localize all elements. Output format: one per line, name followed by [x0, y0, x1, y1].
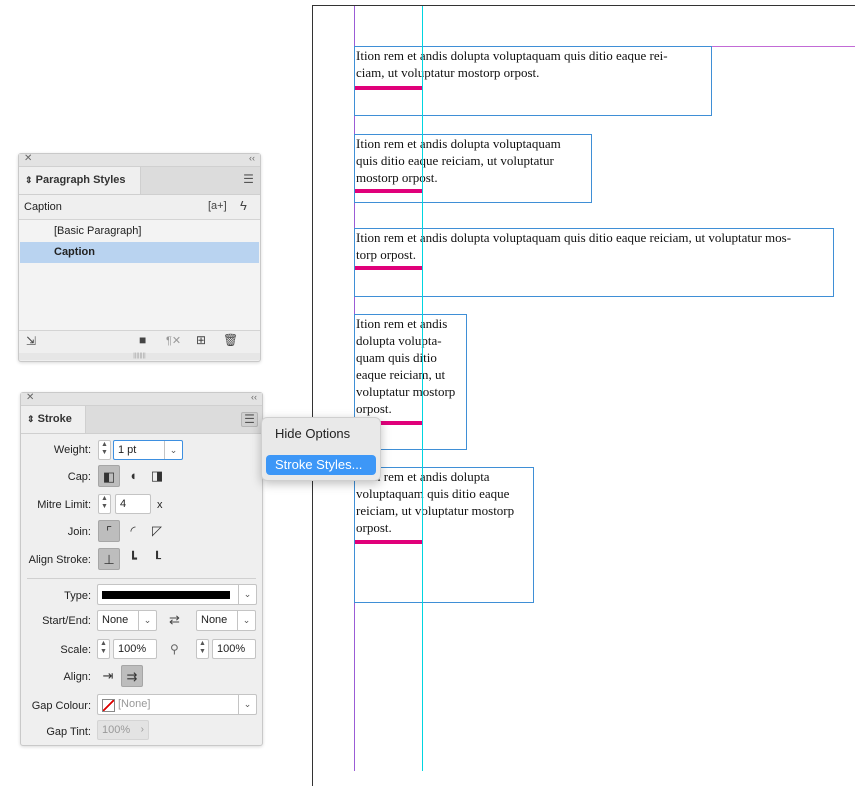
tab-paragraph-styles[interactable]: ⇕ Paragraph Styles	[19, 167, 141, 194]
new-group-icon[interactable]: ■	[139, 333, 146, 347]
chevron-down-icon[interactable]: ⌄	[164, 441, 182, 459]
frame-text: Ition rem et andis dolupta voluptaquam q…	[356, 136, 561, 185]
cap-label: Cap:	[67, 471, 91, 483]
align-outside-icon[interactable]: ┖	[146, 548, 168, 570]
stroke-flyout-menu: Hide Options Stroke Styles...	[261, 417, 381, 481]
divider	[27, 578, 256, 579]
mitre-stepper[interactable]: ▲ ▼	[98, 494, 111, 514]
weight-stepper[interactable]: ▲ ▼	[98, 440, 111, 460]
round-join-icon[interactable]: ◜	[122, 520, 144, 542]
text-frame-5[interactable]: Ition rem et andis dolupta voluptaquam q…	[354, 467, 534, 603]
panel-footer: ⇲ ■ ¶✕ ⊞ 🗑	[19, 330, 260, 353]
none-swatch-icon	[102, 699, 115, 712]
scale-start-field[interactable]: 100%	[113, 639, 157, 659]
mitre-limit-field[interactable]: 4	[115, 494, 151, 514]
align-arrow-outside-icon[interactable]: ⇉	[121, 665, 143, 687]
mitre-unit: x	[157, 499, 163, 511]
scale-start-stepper[interactable]: ▲ ▼	[97, 639, 110, 659]
paragraph-rule	[355, 266, 423, 270]
new-style-from-selection-button[interactable]: [a+]	[208, 200, 227, 212]
lightning-icon[interactable]: ϟ	[240, 198, 247, 213]
panel-header[interactable]: ✕ ‹‹	[19, 153, 260, 167]
gap-colour-select[interactable]: [None] ⌄	[97, 694, 257, 715]
paragraph-rule	[355, 86, 423, 90]
frame-text: Ition rem et andis dolupta volupta- quam…	[356, 316, 456, 416]
panel-menu-icon[interactable]: ☰	[241, 173, 256, 186]
scale-end-field[interactable]: 100%	[212, 639, 256, 659]
load-styles-icon[interactable]: ⇲	[26, 334, 36, 348]
style-label: [Basic Paragraph]	[54, 225, 142, 237]
close-icon[interactable]: ✕	[26, 392, 34, 403]
gap-tint-field[interactable]: 100% ›	[97, 720, 149, 740]
align-stroke-label: Align Stroke:	[28, 554, 91, 566]
weight-label: Weight:	[53, 444, 91, 456]
resize-grip[interactable]: ||||||||	[19, 353, 260, 360]
align-arrow-inside-icon[interactable]: ⇥	[97, 665, 119, 687]
align-label: Align:	[63, 671, 91, 683]
align-center-icon[interactable]: ⊥	[98, 548, 120, 570]
panel-tabbar: ⇕ Stroke ☰	[21, 406, 262, 434]
start-end-label: Start/End:	[42, 615, 91, 627]
solid-line-swatch	[102, 591, 230, 599]
paragraph-styles-panel: ✕ ‹‹ ⇕ Paragraph Styles ☰ Caption [a+] ϟ…	[18, 153, 261, 362]
gap-colour-label: Gap Colour:	[31, 700, 91, 712]
collapse-icon[interactable]: ‹‹	[251, 392, 257, 402]
start-select[interactable]: None ⌄	[97, 610, 157, 631]
panel-menu-icon[interactable]: ☰	[241, 412, 258, 427]
stroke-type-select[interactable]: ⌄	[97, 584, 257, 605]
mitre-limit-label: Mitre Limit:	[37, 499, 91, 511]
list-item[interactable]: [Basic Paragraph]	[20, 221, 259, 241]
scale-end-stepper[interactable]: ▲ ▼	[196, 639, 209, 659]
menu-item-stroke-styles[interactable]: Stroke Styles...	[266, 455, 376, 475]
link-broken-icon[interactable]: ⚲	[170, 642, 179, 656]
text-frame-1[interactable]: Ition rem et andis dolupta voluptaquam q…	[354, 46, 712, 116]
style-list: [Basic Paragraph] Caption	[19, 220, 260, 330]
clear-overrides-icon[interactable]: ¶✕	[166, 334, 181, 347]
list-item-selected[interactable]: Caption	[20, 242, 259, 263]
butt-cap-icon[interactable]: ◧	[98, 465, 120, 487]
frame-text: Ition rem et andis dolupta voluptaquam q…	[356, 48, 668, 80]
new-style-icon[interactable]: ⊞	[196, 333, 206, 347]
style-label: Caption	[54, 246, 95, 258]
miter-join-icon[interactable]: ⌜	[98, 520, 120, 542]
panel-tabbar: ⇕ Paragraph Styles ☰	[19, 167, 260, 195]
collapse-icon[interactable]: ‹‹	[249, 153, 255, 163]
menu-item-hide-options[interactable]: Hide Options	[275, 426, 350, 441]
paragraph-rule	[355, 540, 423, 544]
chevron-updown-icon: ⇕	[27, 414, 35, 424]
swap-arrows-icon[interactable]: ⇄	[169, 612, 180, 628]
stroke-panel: ✕ ‹‹ ⇕ Stroke ☰ Weight: ▲ ▼ 1 pt ⌄ Cap: ◧…	[20, 392, 263, 746]
projecting-cap-icon[interactable]: ◨	[146, 465, 168, 487]
chevron-down-icon[interactable]: ⌄	[238, 585, 256, 604]
paragraph-rule	[355, 189, 423, 193]
delete-icon[interactable]: 🗑	[223, 333, 238, 347]
panel-header[interactable]: ✕ ‹‹	[21, 392, 262, 406]
bevel-join-icon[interactable]: ◸	[146, 520, 168, 542]
round-cap-icon[interactable]: ◖	[122, 465, 144, 487]
chevron-down-icon[interactable]: ⌄	[138, 611, 156, 630]
text-frame-3[interactable]: Ition rem et andis dolupta voluptaquam q…	[354, 228, 834, 297]
ruler-guide-vertical[interactable]	[422, 6, 423, 771]
chevron-updown-icon: ⇕	[25, 175, 33, 185]
gap-tint-label: Gap Tint:	[46, 726, 91, 738]
close-icon[interactable]: ✕	[24, 153, 32, 164]
weight-field[interactable]: 1 pt ⌄	[113, 440, 183, 460]
scale-label: Scale:	[60, 644, 91, 656]
type-label: Type:	[64, 590, 91, 602]
align-inside-icon[interactable]: ┗	[122, 548, 144, 570]
chevron-down-icon[interactable]: ⌄	[238, 695, 256, 714]
end-select[interactable]: None ⌄	[196, 610, 256, 631]
current-style-name: Caption	[24, 201, 62, 213]
chevron-right-icon[interactable]: ›	[141, 721, 144, 739]
current-style-bar: Caption [a+] ϟ	[19, 195, 260, 220]
join-label: Join:	[67, 526, 91, 538]
chevron-down-icon[interactable]: ⌄	[237, 611, 255, 630]
tab-stroke[interactable]: ⇕ Stroke	[21, 406, 86, 433]
